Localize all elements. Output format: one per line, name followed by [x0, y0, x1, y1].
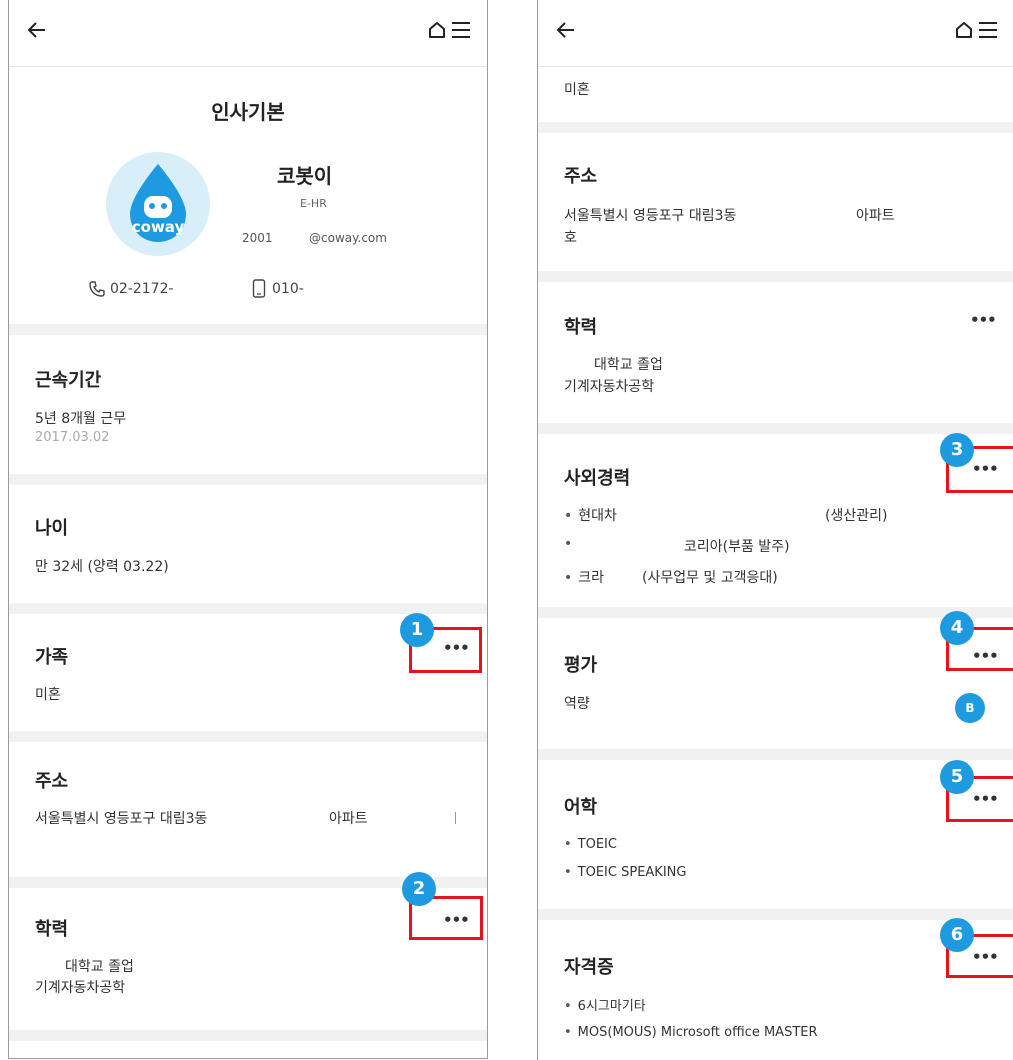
hamburger-menu-icon[interactable] [978, 20, 998, 40]
section-divider [538, 271, 1013, 282]
address-unit: 호 [564, 230, 577, 246]
phone-icon [89, 281, 105, 297]
office-phone[interactable]: 02-2172- [110, 281, 174, 297]
callout-badge-3: 3 [940, 433, 974, 467]
age-title: 나이 [35, 518, 69, 539]
family-title: 가족 [35, 647, 69, 668]
education-title: 학력 [564, 317, 598, 338]
text-cursor [455, 812, 456, 824]
evaluation-label: 역량 [564, 696, 590, 712]
address-apartment: 아파트 [856, 208, 895, 224]
address-line: 서울특별시 영등포구 대림3동 [564, 208, 737, 224]
home-icon[interactable] [427, 20, 447, 40]
education-major: 기계자동차공학 [35, 980, 126, 996]
section-divider [538, 749, 1013, 760]
section-divider [538, 909, 1013, 920]
coway-logo-text: coway [131, 218, 185, 236]
section-divider [538, 607, 1013, 618]
career-item-1-company: 현대차 [564, 505, 617, 525]
back-arrow-icon[interactable] [556, 20, 576, 40]
address-line: 서울특별시 영등포구 대림3동 [35, 811, 208, 827]
address-apartment: 아파트 [329, 811, 368, 827]
education-school: 대학교 졸업 [65, 959, 134, 975]
top-bar [9, 0, 487, 67]
section-divider [9, 731, 487, 742]
avatar: coway [106, 152, 210, 256]
certificate-title: 자격증 [564, 957, 614, 978]
callout-badge-1: 1 [400, 613, 434, 647]
callout-badge-2: 2 [402, 872, 436, 906]
profile-name: 코봇이 [277, 164, 333, 188]
family-value: 미혼 [35, 687, 61, 703]
tenure-value: 5년 8개월 근무 [35, 411, 127, 427]
education-school: 대학교 졸업 [594, 357, 663, 373]
section-divider [9, 474, 487, 485]
address-title: 주소 [564, 166, 598, 187]
address-title: 주소 [35, 771, 69, 792]
section-divider [9, 324, 487, 335]
certificate-item: 6시그마기타 [564, 995, 646, 1014]
age-value: 만 32세 (양력 03.22) [35, 559, 169, 575]
section-divider [538, 122, 1013, 133]
family-value: 미혼 [564, 82, 590, 98]
career-title: 사외경력 [564, 468, 631, 489]
right-screen: 미혼 주소 서울특별시 영등포구 대림3동 아파트 호 학력 대학교 졸업 기계… [537, 0, 1013, 1060]
callout-badge-4: 4 [940, 611, 974, 645]
home-icon[interactable] [954, 20, 974, 40]
language-title: 어학 [564, 797, 598, 818]
tenure-title: 근속기간 [35, 370, 102, 391]
hamburger-menu-icon[interactable] [451, 20, 471, 40]
callout-badge-5: 5 [940, 760, 974, 794]
career-item-3-company: 크라 [564, 567, 604, 587]
career-item-1-desc: (생산관리) [825, 508, 888, 524]
page-title: 인사기본 [211, 100, 285, 124]
mobile-icon [252, 279, 266, 298]
career-item-2-desc: 코리아(부품 발주) [684, 539, 790, 555]
education-major: 기계자동차공학 [564, 379, 655, 395]
education-title: 학력 [35, 919, 69, 940]
top-bar [538, 0, 1013, 67]
section-divider [538, 423, 1013, 434]
section-divider [9, 1030, 487, 1041]
language-item: TOEIC [564, 837, 617, 852]
profile-emp-no: 2001 [242, 231, 273, 245]
evaluation-grade-badge[interactable]: B [955, 693, 985, 723]
profile-email: @coway.com [309, 231, 387, 245]
language-item: TOEIC SPEAKING [564, 865, 687, 880]
certificate-item: MOS(MOUS) Microsoft office MASTER [564, 1025, 818, 1040]
left-screen: 인사기본 coway 코봇이 E-HR 2001 @coway.com 02-2… [8, 0, 488, 1059]
coway-mascot-icon [130, 164, 186, 242]
profile-dept: E-HR [300, 197, 327, 210]
callout-badge-6: 6 [940, 918, 974, 952]
mobile-phone[interactable]: 010- [272, 281, 304, 297]
education-more-button[interactable]: ••• [970, 311, 997, 329]
back-arrow-icon[interactable] [27, 20, 47, 40]
career-item-2-company [564, 536, 578, 552]
evaluation-title: 평가 [564, 655, 598, 676]
tenure-date: 2017.03.02 [35, 430, 110, 445]
career-item-3-desc: (사무업무 및 고객응대) [642, 570, 778, 586]
